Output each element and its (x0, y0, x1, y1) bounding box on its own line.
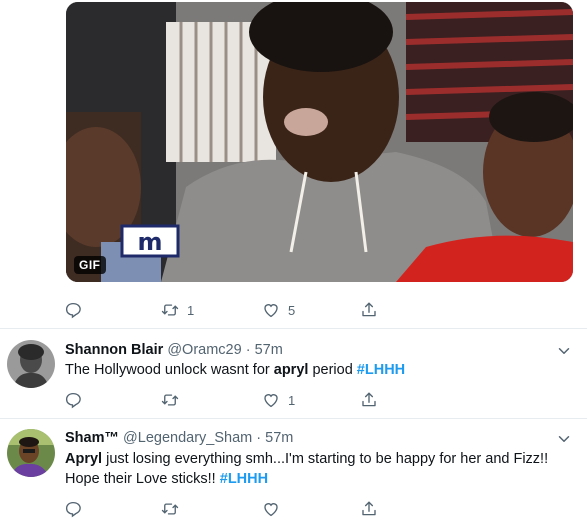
svg-text:m: m (137, 228, 162, 256)
heart-icon (262, 500, 280, 518)
tweet-text-segment: The Hollywood unlock wasnt for (65, 362, 274, 378)
tweet-text-segment: just losing everything smh...I'm startin… (102, 451, 549, 467)
hashtag-link[interactable]: #LHHH (357, 362, 405, 378)
share-icon (360, 391, 378, 409)
avatar-image (7, 429, 55, 477)
tweet-text-bold: apryl (273, 362, 309, 378)
reply-button[interactable] (64, 299, 82, 321)
retweet-icon (161, 391, 179, 409)
heart-icon (262, 301, 280, 319)
retweet-icon (161, 500, 179, 518)
handle[interactable]: @Legendary_Sham (123, 430, 252, 446)
like-count: 5 (288, 302, 296, 318)
retweet-button[interactable]: 1 (161, 299, 194, 321)
retweet-count: 1 (187, 302, 195, 318)
like-button[interactable] (262, 498, 288, 520)
separator: · (256, 430, 262, 446)
reply-icon (64, 500, 82, 518)
divider (0, 328, 587, 329)
display-name[interactable]: Sham™ (65, 430, 119, 446)
reply-icon (64, 301, 82, 319)
chevron-down-icon[interactable] (555, 430, 573, 448)
timestamp[interactable]: 57m (265, 430, 293, 446)
reply-button[interactable] (64, 389, 82, 411)
display-name[interactable]: Shannon Blair (65, 342, 163, 358)
gif-badge: GIF (74, 256, 106, 274)
like-button[interactable]: 1 (262, 389, 295, 411)
share-button[interactable] (360, 389, 378, 411)
tweet-header: Shannon Blair @Oramc29 · 57m (65, 342, 283, 358)
avatar[interactable] (7, 429, 55, 477)
like-button[interactable]: 5 (262, 299, 295, 321)
timestamp[interactable]: 57m (255, 342, 283, 358)
gif-image: m (66, 2, 573, 282)
reply-icon (64, 391, 82, 409)
tweet-text-segment: period (308, 362, 357, 378)
reply-button[interactable] (64, 498, 82, 520)
heart-icon (262, 391, 280, 409)
share-button[interactable] (360, 299, 378, 321)
gif-media[interactable]: m GIF (66, 2, 573, 282)
hashtag-link[interactable]: #LHHH (220, 471, 268, 487)
avatar-image (7, 340, 55, 388)
share-icon (360, 301, 378, 319)
separator: · (245, 342, 251, 358)
avatar[interactable] (7, 340, 55, 388)
tweet-text: Apryl just losing everything smh...I'm s… (65, 449, 570, 489)
tweet-actions: 1 (64, 389, 394, 411)
tweet-header: Sham™ @Legendary_Sham · 57m (65, 430, 293, 446)
tweet-text: The Hollywood unlock wasnt for apryl per… (65, 360, 570, 380)
tweet-sham[interactable]: Sham™ @Legendary_Sham · 57m Apryl just l… (0, 429, 587, 522)
gif-tweet-actions: 1 5 (64, 299, 394, 321)
handle[interactable]: @Oramc29 (167, 342, 241, 358)
retweet-icon (161, 301, 179, 319)
like-count: 1 (288, 392, 296, 408)
share-button[interactable] (360, 498, 378, 520)
retweet-button[interactable] (161, 498, 187, 520)
divider (0, 418, 587, 419)
tweet-text-bold: Apryl (65, 451, 103, 467)
retweet-button[interactable] (161, 389, 187, 411)
tweet-actions (64, 498, 394, 520)
tweet-shannon-blair[interactable]: Shannon Blair @Oramc29 · 57m The Hollywo… (0, 340, 587, 420)
tweet-text-segment: Hope their Love sticks!! (65, 471, 220, 487)
share-icon (360, 500, 378, 518)
chevron-down-icon[interactable] (555, 342, 573, 360)
